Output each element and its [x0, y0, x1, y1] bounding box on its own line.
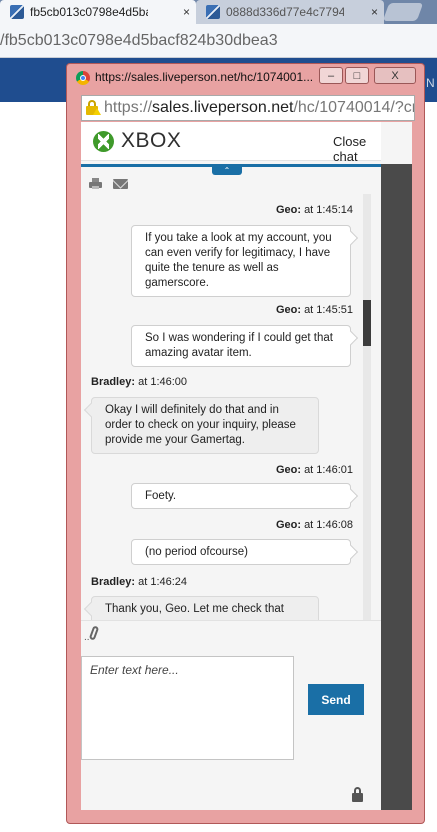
- sender-name: Geo:: [275, 519, 301, 531]
- sender-name: Geo:: [275, 304, 301, 316]
- chrome-icon: [76, 71, 90, 85]
- visitor-message: Foety.: [131, 483, 351, 509]
- close-chat-link[interactable]: Close chat: [333, 134, 381, 164]
- popup-url-bar[interactable]: https://sales.liveperson.net/hc/10740014…: [81, 95, 415, 121]
- popup-window-title: https://sales.liveperson.net/hc/1074001.…: [95, 70, 314, 84]
- message-header: Geo: at 1:46:01: [276, 464, 353, 476]
- tab-close-icon[interactable]: ×: [183, 0, 190, 24]
- message-time: at 1:46:00: [138, 376, 188, 388]
- message-header: Bradley: at 1:46:00: [91, 376, 187, 388]
- url-host: sales.liveperson.net: [152, 99, 294, 116]
- popup-url-text: https://sales.liveperson.net/hc/10740014…: [104, 96, 415, 120]
- transcript-toolbar: [81, 170, 373, 194]
- sender-name: Bradley:: [91, 376, 136, 388]
- message-time: at 1:46:08: [304, 519, 353, 531]
- browser-tab-2[interactable]: 0888d336d77e4c7794eb2f3 ×: [196, 0, 384, 24]
- visitor-message: (no period ofcourse): [131, 539, 351, 565]
- chat-header: XBOX Close chat: [81, 122, 381, 164]
- email-icon[interactable]: [113, 179, 128, 189]
- tab-close-icon[interactable]: ×: [371, 0, 378, 24]
- tab-title: 0888d336d77e4c7794eb2f3: [226, 5, 344, 19]
- site-nav-letter: N: [426, 76, 435, 90]
- message-time: at 1:46:24: [138, 576, 188, 588]
- lock-warning-icon[interactable]: [86, 100, 101, 115]
- message-input[interactable]: [81, 656, 294, 760]
- attachment-row: ..: [81, 620, 381, 649]
- print-icon[interactable]: [89, 178, 102, 189]
- message-header: Bradley: at 1:46:24: [91, 576, 187, 588]
- agent-message: Thank you, Geo. Let me check that: [91, 596, 319, 620]
- sender-name: Geo:: [275, 204, 301, 216]
- minimize-button[interactable]: –: [319, 67, 343, 84]
- sender-name: Geo:: [275, 464, 301, 476]
- message-time: at 1:45:14: [304, 204, 353, 216]
- message-time: at 1:46:01: [304, 464, 353, 476]
- browser-address-bar[interactable]: /fb5cb013c0798e4d5bacf824b30dbea3: [0, 24, 437, 58]
- brand-name: XBOX: [121, 129, 182, 152]
- liveperson-favicon-icon: [10, 5, 24, 19]
- chat-popup-window: https://sales.liveperson.net/hc/1074001.…: [66, 63, 425, 824]
- close-window-button[interactable]: X: [374, 67, 416, 84]
- transcript-scrollbar[interactable]: [363, 194, 371, 620]
- xbox-logo-icon: [93, 131, 114, 152]
- message-time: at 1:45:51: [304, 304, 353, 316]
- sender-name: Bradley:: [91, 576, 136, 588]
- liveperson-favicon-icon: [206, 5, 220, 19]
- chat-page: XBOX Close chat ⌃ Geo: at 1:45:14 If you…: [81, 122, 412, 810]
- visitor-message: So I was wondering if I could get that a…: [131, 325, 351, 367]
- browser-tab-1[interactable]: fb5cb013c0798e4d5bacf82 ×: [0, 0, 196, 24]
- message-header: Geo: at 1:46:08: [276, 519, 353, 531]
- send-button[interactable]: Send: [308, 684, 364, 715]
- secure-lock-icon: [352, 787, 363, 803]
- new-tab-button[interactable]: [382, 3, 424, 21]
- message-header: Geo: at 1:45:51: [276, 304, 353, 316]
- paperclip-icon[interactable]: [88, 625, 100, 641]
- maximize-button[interactable]: □: [345, 67, 369, 84]
- url-path: /hc/10740014/?cm: [293, 99, 415, 116]
- right-side-panel: [381, 164, 412, 810]
- tab-title: fb5cb013c0798e4d5bacf82: [30, 5, 148, 19]
- transcript-scrollbar-thumb[interactable]: [363, 300, 371, 346]
- url-scheme: https://: [104, 99, 153, 116]
- message-header: Geo: at 1:45:14: [276, 204, 353, 216]
- agent-message: Okay I will definitely do that and in or…: [91, 397, 319, 454]
- chat-transcript[interactable]: Geo: at 1:45:14 If you take a look at my…: [81, 194, 373, 620]
- popup-title-bar[interactable]: https://sales.liveperson.net/hc/1074001.…: [67, 64, 424, 92]
- visitor-message: If you take a look at my account, you ca…: [131, 225, 351, 297]
- tab-strip: fb5cb013c0798e4d5bacf82 × 0888d336d77e4c…: [0, 0, 437, 24]
